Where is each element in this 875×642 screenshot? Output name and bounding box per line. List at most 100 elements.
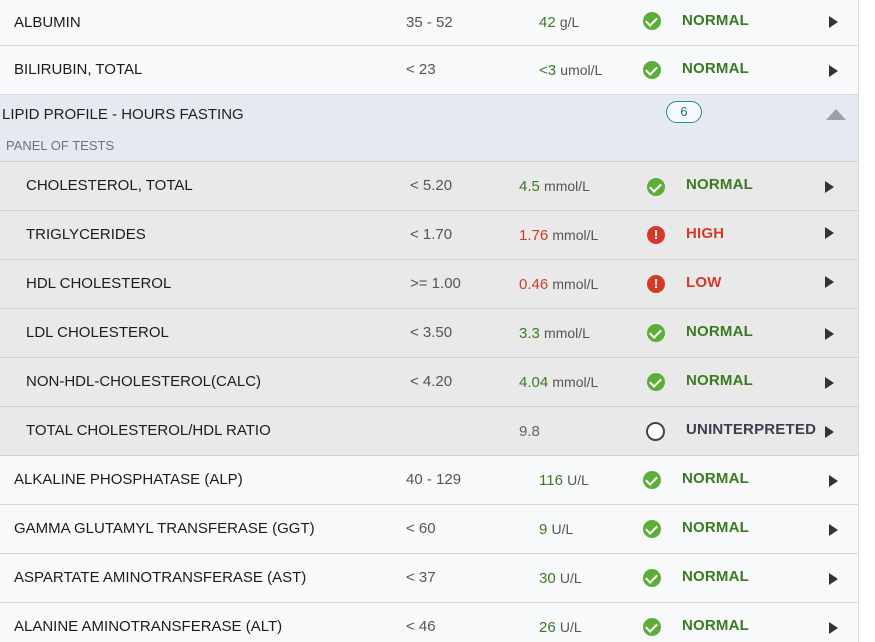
unit: umol/L — [560, 62, 603, 78]
result-value: 116 U/L — [539, 456, 589, 505]
panel-group-lipid-profile[interactable]: LIPID PROFILE - HOURS FASTING PANEL OF T… — [0, 95, 858, 162]
value: 4.5 — [519, 178, 540, 195]
unit: U/L — [559, 619, 582, 635]
chevron-right-icon[interactable] — [825, 328, 834, 340]
test-name: NON-HDL-CHOLESTEROL(CALC) — [26, 373, 262, 390]
reference-range: >= 1.00 — [410, 275, 461, 292]
chevron-right-icon[interactable] — [825, 181, 834, 193]
status-label: NORMAL — [682, 470, 750, 487]
result-row-cholesterol-hdl-ratio[interactable]: TOTAL CHOLESTEROL/HDL RATIO 9.8 UNINTERP… — [0, 407, 858, 456]
value: 0.46 — [519, 276, 549, 293]
test-name: TRIGLYCERIDES — [26, 226, 146, 243]
status-label: NORMAL — [682, 617, 750, 634]
chevron-right-icon[interactable] — [829, 524, 838, 536]
chevron-right-icon[interactable] — [825, 227, 834, 239]
unit: mmol/L — [544, 325, 590, 341]
result-row-triglycerides[interactable]: TRIGLYCERIDES < 1.70 1.76 mmol/L HIGH — [0, 211, 858, 260]
chevron-right-icon[interactable] — [829, 475, 838, 487]
test-name: ALBUMIN — [14, 14, 81, 31]
result-value: 42 g/L — [539, 0, 579, 45]
result-value: 3.3 mmol/L — [519, 309, 590, 358]
result-row-ggt[interactable]: GAMMA GLUTAMYL TRANSFERASE (GGT) < 60 9 … — [0, 505, 858, 554]
test-name: GAMMA GLUTAMYL TRANSFERASE (GGT) — [14, 520, 315, 537]
test-count-badge: 6 — [666, 101, 702, 123]
chevron-right-icon[interactable] — [829, 65, 838, 77]
status-label: NORMAL — [682, 12, 750, 29]
status-label: NORMAL — [682, 568, 750, 585]
result-row-bilirubin[interactable]: BILIRUBIN, TOTAL < 23 <3 umol/L NORMAL — [0, 46, 858, 95]
check-circle-icon — [643, 12, 661, 30]
chevron-right-icon[interactable] — [829, 573, 838, 585]
value: 26 — [539, 619, 556, 636]
test-name: ASPARTATE AMINOTRANSFERASE (AST) — [14, 569, 307, 586]
status-label: NORMAL — [682, 60, 750, 77]
test-name: ALANINE AMINOTRANSFERASE (ALT) — [14, 618, 283, 635]
check-circle-icon — [643, 618, 661, 636]
result-row-ast[interactable]: ASPARTATE AMINOTRANSFERASE (AST) < 37 30… — [0, 554, 858, 603]
unit: mmol/L — [552, 227, 599, 243]
result-value: 1.76 mmol/L — [519, 211, 598, 260]
test-name: BILIRUBIN, TOTAL — [14, 61, 143, 78]
status-label: NORMAL — [686, 323, 754, 340]
chevron-right-icon[interactable] — [825, 426, 834, 438]
result-value: 0.46 mmol/L — [519, 260, 598, 309]
caret-up-icon[interactable] — [826, 109, 846, 120]
reference-range: < 37 — [406, 569, 436, 586]
test-name: ALKALINE PHOSPHATASE (ALP) — [14, 471, 243, 488]
result-row-alp[interactable]: ALKALINE PHOSPHATASE (ALP) 40 - 129 116 … — [0, 456, 858, 505]
reference-range: < 46 — [406, 618, 436, 635]
unit: g/L — [559, 14, 580, 30]
test-name: LDL CHOLESTEROL — [26, 324, 169, 341]
value: 30 — [539, 570, 556, 587]
unit: mmol/L — [552, 276, 599, 292]
test-name: HDL CHOLESTEROL — [26, 275, 172, 292]
status-label: UNINTERPRETED — [686, 421, 817, 438]
result-row-ldl-cholesterol[interactable]: LDL CHOLESTEROL < 3.50 3.3 mmol/L NORMAL — [0, 309, 858, 358]
reference-range: < 5.20 — [410, 177, 453, 194]
result-value: 9 U/L — [539, 505, 573, 554]
check-circle-icon — [643, 569, 661, 587]
chevron-right-icon[interactable] — [829, 622, 838, 634]
reference-range: 40 - 129 — [406, 471, 462, 488]
unit: mmol/L — [544, 178, 590, 194]
unit: U/L — [567, 472, 589, 488]
unit: U/L — [559, 570, 582, 586]
status-label: NORMAL — [686, 372, 754, 389]
reference-range: 35 - 52 — [406, 14, 453, 31]
value: 42 — [539, 14, 556, 31]
value: 1.76 — [519, 227, 549, 244]
check-circle-icon — [647, 324, 665, 342]
alert-circle-icon — [647, 226, 665, 244]
check-circle-icon — [647, 178, 665, 196]
value: 4.04 — [519, 374, 549, 391]
result-value: 30 U/L — [539, 554, 582, 603]
value: 9.8 — [519, 423, 540, 440]
result-row-albumin[interactable]: ALBUMIN 35 - 52 42 g/L NORMAL — [0, 0, 858, 46]
chevron-right-icon[interactable] — [825, 377, 834, 389]
reference-range: < 60 — [406, 520, 436, 537]
check-circle-icon — [647, 373, 665, 391]
panel-title: LIPID PROFILE - HOURS FASTING — [2, 106, 244, 123]
empty-circle-icon — [646, 422, 665, 441]
result-value: 9.8 — [519, 407, 540, 456]
result-row-alt[interactable]: ALANINE AMINOTRANSFERASE (ALT) < 46 26 U… — [0, 603, 858, 642]
result-row-non-hdl-cholesterol[interactable]: NON-HDL-CHOLESTEROL(CALC) < 4.20 4.04 mm… — [0, 358, 858, 407]
chevron-right-icon[interactable] — [825, 276, 834, 288]
value: 9 — [539, 521, 548, 538]
reference-range: < 3.50 — [410, 324, 453, 341]
result-value: 26 U/L — [539, 603, 582, 642]
result-row-cholesterol-total[interactable]: CHOLESTEROL, TOTAL < 5.20 4.5 mmol/L NOR… — [0, 162, 858, 211]
result-value: 4.5 mmol/L — [519, 162, 590, 211]
check-circle-icon — [643, 471, 661, 489]
reference-range: < 4.20 — [410, 373, 453, 390]
check-circle-icon — [643, 61, 661, 79]
reference-range: < 1.70 — [410, 226, 453, 243]
chevron-right-icon[interactable] — [829, 16, 838, 28]
status-label: NORMAL — [686, 176, 754, 193]
unit: U/L — [551, 521, 574, 537]
alert-circle-icon — [647, 275, 665, 293]
status-label: HIGH — [686, 225, 725, 242]
reference-range: < 23 — [406, 61, 436, 78]
result-row-hdl-cholesterol[interactable]: HDL CHOLESTEROL >= 1.00 0.46 mmol/L LOW — [0, 260, 858, 309]
test-name: TOTAL CHOLESTEROL/HDL RATIO — [26, 422, 271, 439]
